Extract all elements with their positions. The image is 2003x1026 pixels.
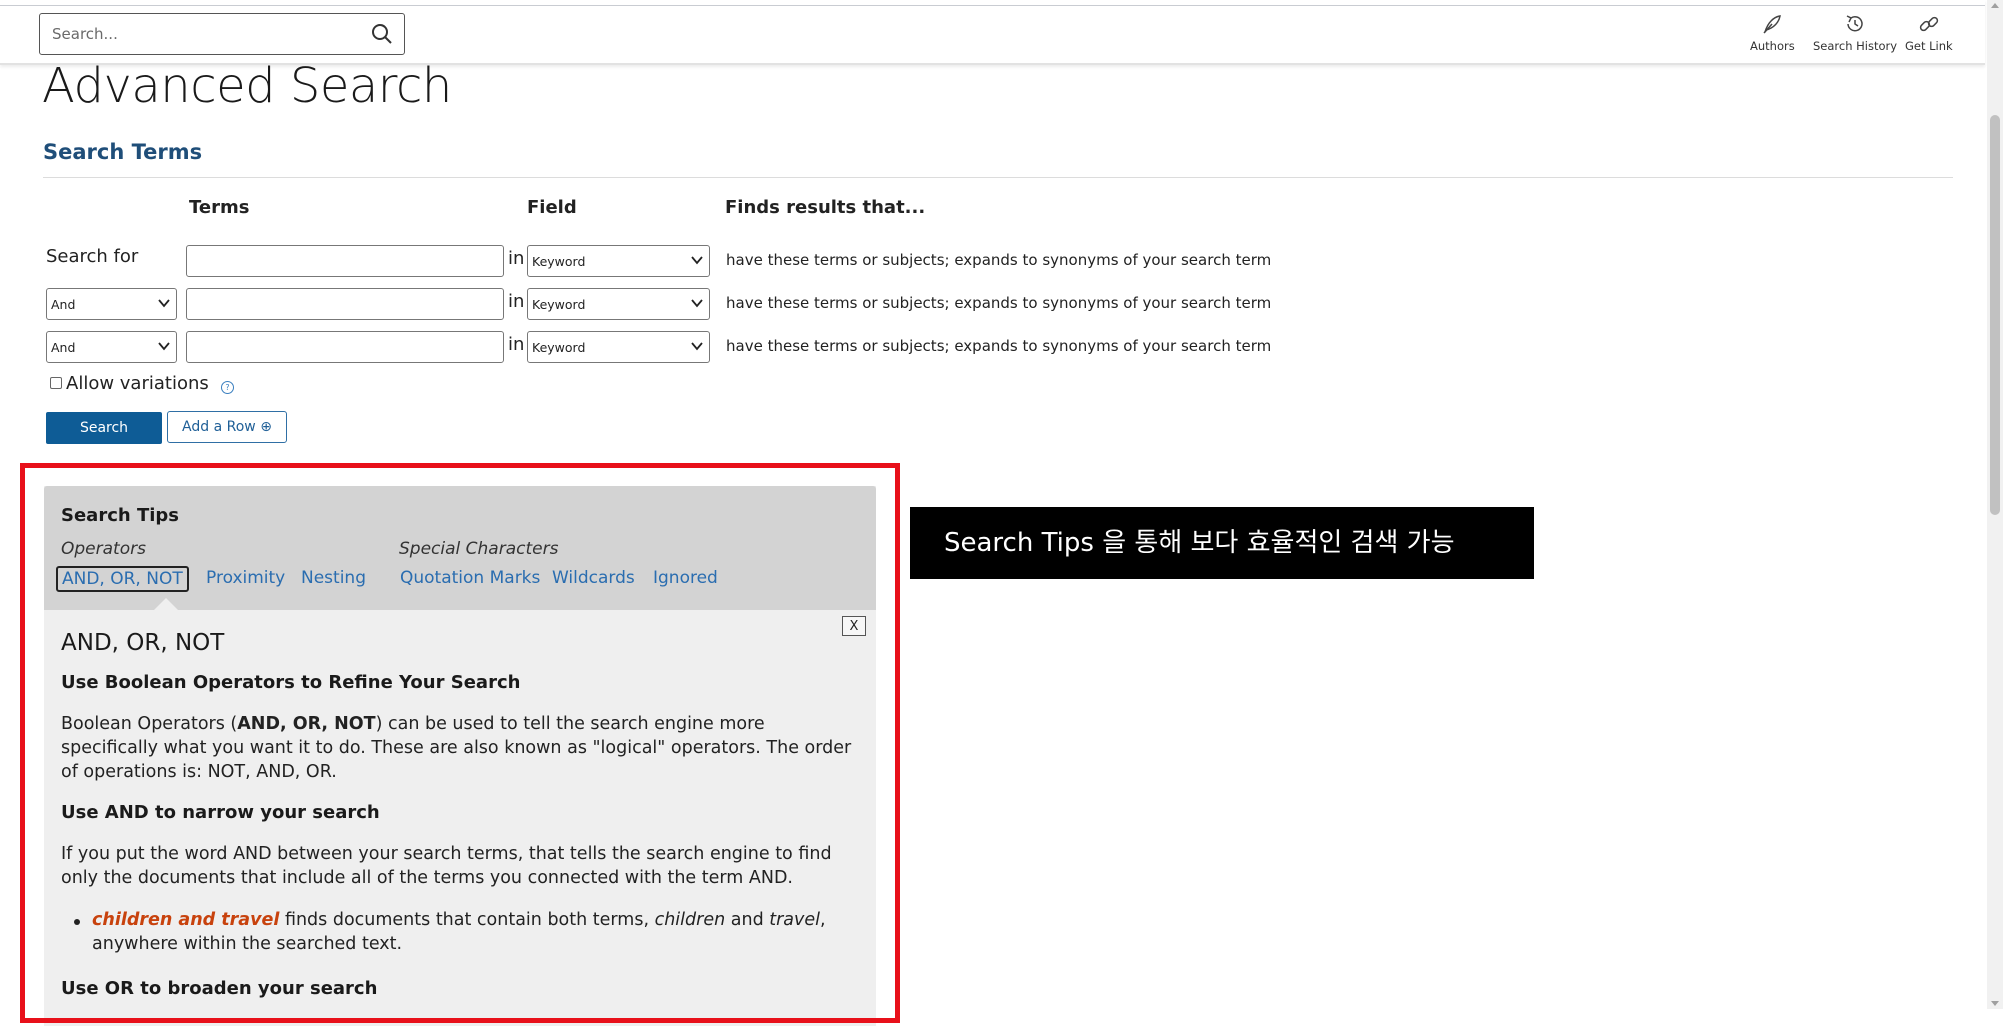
quick-search-input[interactable]: [50, 14, 354, 54]
finds-column-header: Finds results that...: [725, 197, 926, 218]
chevron-down-icon: [691, 256, 703, 265]
operator-select-value: And: [51, 340, 76, 355]
field-select-value: Keyword: [532, 254, 586, 269]
get-link-button[interactable]: Get Link: [1905, 12, 1953, 53]
search-term-input-3[interactable]: [186, 331, 504, 363]
in-label: in: [508, 291, 525, 312]
page-title: Advanced Search: [42, 58, 452, 114]
annotation-callout: Search Tips 을 통해 보다 효율적인 검색 가능: [910, 507, 1534, 579]
search-history-label: Search History: [1813, 39, 1898, 53]
allow-variations-label[interactable]: Allow variations: [66, 373, 209, 394]
scroll-up-arrow-icon[interactable]: [1991, 3, 1999, 8]
section-title: Search Terms: [43, 140, 203, 164]
field-select-value: Keyword: [532, 340, 586, 355]
field-select-1[interactable]: Keyword: [527, 245, 710, 277]
search-for-label: Search for: [46, 246, 139, 267]
row-description: have these terms or subjects; expands to…: [726, 337, 1272, 355]
field-column-header: Field: [527, 197, 577, 218]
operator-select-value: And: [51, 297, 76, 312]
top-toolbar: Authors Search History Get Link: [0, 0, 1985, 65]
scrollbar-thumb[interactable]: [1990, 115, 2000, 515]
top-border: [0, 0, 1985, 6]
allow-variations-checkbox[interactable]: [50, 377, 62, 389]
search-history-button[interactable]: Search History: [1813, 12, 1897, 53]
get-link-label: Get Link: [1905, 39, 1953, 53]
field-select-value: Keyword: [532, 297, 586, 312]
search-term-input-2[interactable]: [186, 288, 504, 320]
authors-label: Authors: [1750, 39, 1795, 53]
section-divider: [43, 177, 1953, 178]
authors-button[interactable]: Authors: [1750, 12, 1795, 53]
operator-select-3[interactable]: And: [46, 331, 177, 363]
in-label: in: [508, 248, 525, 269]
add-row-button[interactable]: Add a Row ⊕: [167, 411, 287, 443]
search-button[interactable]: Search: [46, 412, 162, 444]
row-description: have these terms or subjects; expands to…: [726, 251, 1272, 269]
field-select-3[interactable]: Keyword: [527, 331, 710, 363]
chevron-down-icon: [691, 342, 703, 351]
search-icon[interactable]: [370, 22, 394, 46]
scroll-down-arrow-icon[interactable]: [1991, 1001, 1999, 1006]
chevron-down-icon: [158, 299, 170, 308]
in-label: in: [508, 334, 525, 355]
quill-icon: [1763, 15, 1782, 34]
chevron-down-icon: [158, 342, 170, 351]
link-icon: [1919, 16, 1939, 32]
row-description: have these terms or subjects; expands to…: [726, 294, 1272, 312]
highlight-box: [20, 463, 900, 1023]
history-icon: [1846, 15, 1863, 32]
terms-column-header: Terms: [189, 197, 250, 218]
help-icon[interactable]: ?: [221, 381, 234, 394]
vertical-scrollbar[interactable]: [1987, 0, 2003, 1009]
operator-select-2[interactable]: And: [46, 288, 177, 320]
chevron-down-icon: [691, 299, 703, 308]
field-select-2[interactable]: Keyword: [527, 288, 710, 320]
quick-search-box[interactable]: [39, 13, 405, 55]
search-term-input-1[interactable]: [186, 245, 504, 277]
